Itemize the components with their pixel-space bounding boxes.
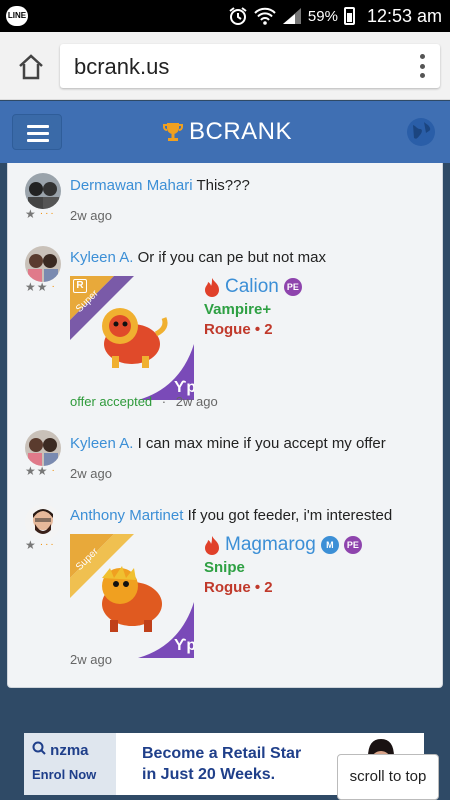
avatar[interactable] [25,173,61,209]
rank-dots: · [51,281,55,292]
ad-enrol-link[interactable]: Enrol Now [32,767,96,782]
url-text[interactable]: bcrank.us [74,54,169,80]
timestamp: 2w ago [175,394,218,409]
meta-separator: · [161,394,167,409]
search-icon [32,741,46,755]
signal-icon [282,8,301,24]
star-icon: ★ [36,464,48,478]
ad-brand-name: nzma [50,742,89,759]
monster-class: Rogue • 2 [204,579,273,596]
clock: 12:53 am [366,5,442,26]
status-bar: LINE 59% 12:53 am [0,0,450,32]
star-icon: ★ [25,464,36,478]
user-rating: ★ ★ · [25,281,55,293]
avatar[interactable] [25,430,61,466]
user-rating: ★ ··· [25,539,56,551]
address-bar[interactable]: bcrank.us [60,44,440,88]
username-link[interactable]: Kyleen A. [70,435,133,452]
m-badge: M [320,536,339,554]
globe-icon[interactable] [406,117,436,147]
monster-type: Vampire+ [204,301,272,318]
pe-badge: PE [283,278,302,296]
rank-badge: R [73,279,87,293]
monster-type: Snipe [204,559,245,576]
username-link[interactable]: Anthony Martinet [70,507,183,524]
star-icon: ★ [25,207,36,221]
comments-card: ★ ··· Dermawan Mahari This??? 2w ago ★ ★ · … [7,163,443,688]
user-rating: ★ ★ · [25,465,55,477]
username-link[interactable]: Dermawan Mahari [70,177,193,194]
star-icon: ★ [25,280,36,294]
offer-status: offer accepted [70,394,153,409]
star-icon: ★ [25,538,36,552]
monster-class: Rogue • 2 [204,321,273,338]
timestamp: 2w ago [70,652,112,667]
avatar[interactable] [25,246,61,282]
logo-text: BCRANK [189,118,293,145]
home-icon[interactable] [16,52,46,82]
battery-icon [343,7,355,25]
trophy-icon [163,123,183,141]
more-options-icon[interactable] [420,54,426,78]
line-app-icon: LINE [6,6,28,26]
menu-button[interactable] [12,114,62,150]
comment-text: Or if you can pe but not max [137,249,326,266]
rank-dots: ··· [39,208,56,219]
username-link[interactable]: Kyleen A. [70,249,133,266]
avatar[interactable] [25,504,61,540]
ad-logo[interactable]: nzma Enrol Now [24,733,116,795]
svg-text:ϒp: ϒp [174,637,194,654]
user-rating: ★ ··· [25,208,56,220]
site-header: BCRANK [0,101,450,163]
pe-badge: PE [343,536,362,554]
comment-text: I can max mine if you accept my offer [137,435,386,452]
browser-toolbar: bcrank.us [0,32,450,100]
monster-name[interactable]: Magmarog [225,534,316,556]
monster-card-calion[interactable]: ϒp R Super [70,276,196,400]
monster-name[interactable]: Calion [225,276,279,298]
fire-icon [205,278,219,297]
star-icon: ★ [36,280,48,294]
timestamp: 2w ago [70,208,112,223]
rank-dots: · [51,465,55,476]
ad-headline[interactable]: Become a Retail Star in Just 20 Weeks. [142,743,301,785]
comment-text: If you got feeder, i'm interested [187,507,393,524]
alarm-icon [229,7,247,25]
rank-dots: ··· [39,539,56,550]
scroll-to-top-button[interactable]: scroll to top [337,754,439,800]
fire-icon [205,536,219,555]
comment-text: This??? [196,177,250,194]
timestamp: 2w ago [70,466,112,481]
wifi-icon [254,7,276,25]
site-logo[interactable]: BCRANK [163,118,292,146]
monster-card-magmarog[interactable]: ϒp Super [70,534,196,658]
battery-percent: 59% [307,7,338,25]
